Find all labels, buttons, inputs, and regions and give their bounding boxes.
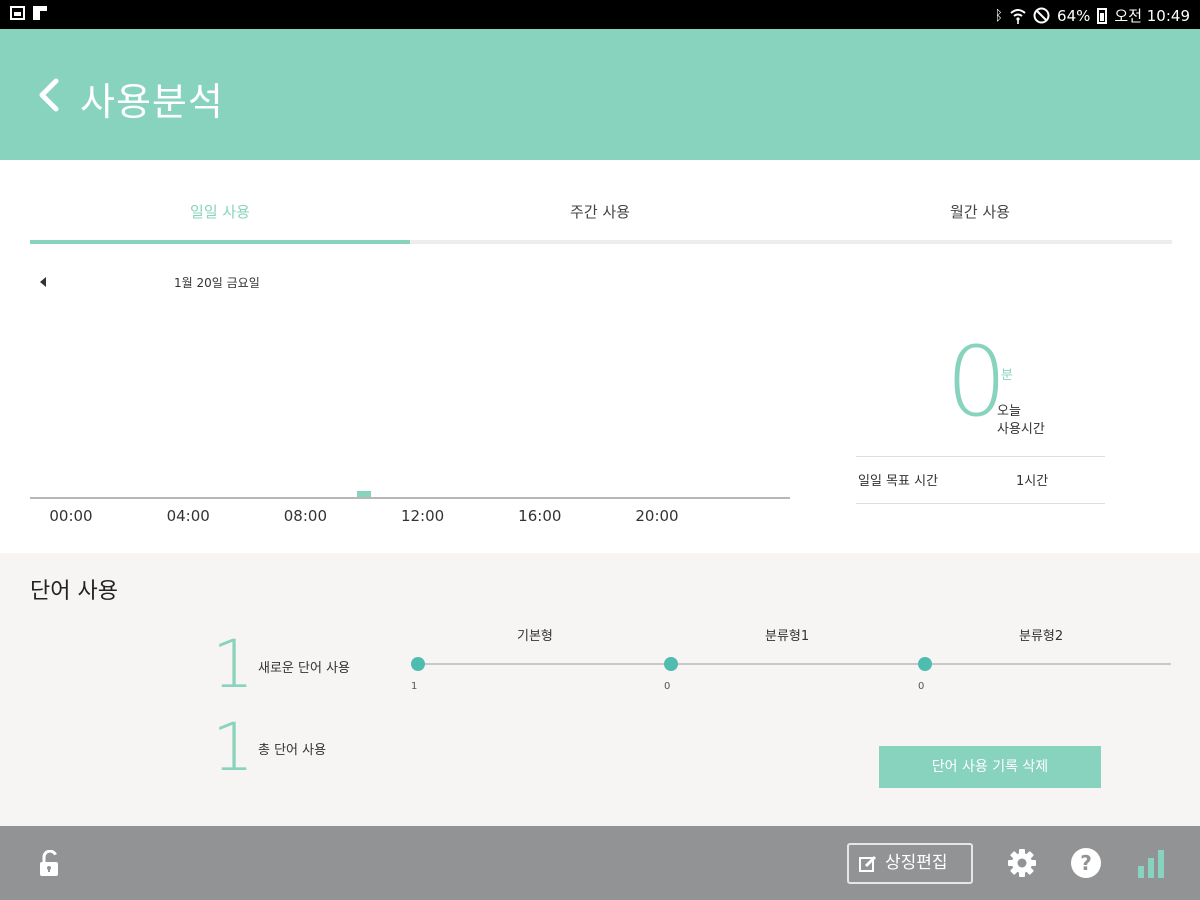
flipboard-notification-icon <box>33 6 47 20</box>
status-bar: ᛒ 64% 오전 10:49 <box>0 0 1200 29</box>
edit-icon <box>859 855 877 872</box>
category-timeline <box>417 663 1171 665</box>
status-bar-left <box>10 6 47 20</box>
category-dot-basic <box>411 657 425 671</box>
delete-word-history-button[interactable]: 단어 사용 기록 삭제 <box>879 746 1101 788</box>
category-label-class1: 분류형1 <box>765 629 810 644</box>
word-usage-section: 단어 사용 1 새로운 단어 사용 1 총 단어 사용 기본형 1 분류형1 0… <box>0 553 1200 826</box>
chevron-left-icon <box>39 78 59 112</box>
gallery-notification-icon <box>10 6 25 20</box>
status-bar-right: ᛒ 64% 오전 10:49 <box>995 5 1190 26</box>
word-usage-title: 단어 사용 <box>30 579 118 604</box>
battery-icon <box>1097 7 1108 24</box>
wifi-icon <box>1010 8 1026 24</box>
category-dot-class1 <box>664 657 678 671</box>
daily-usage-chart: 00:00 04:00 08:00 12:00 16:00 20:00 <box>30 300 792 540</box>
new-word-count: 1 <box>212 626 254 703</box>
date-label: 1월 20일 금요일 <box>174 276 260 290</box>
today-usage-unit: 분 <box>1001 368 1013 383</box>
unlock-icon[interactable] <box>38 849 62 878</box>
app-header: 사용분석 <box>0 29 1200 160</box>
usage-stats-icon[interactable] <box>1137 848 1165 878</box>
category-value-basic: 1 <box>411 681 418 692</box>
category-value-class1: 0 <box>664 681 671 692</box>
x-tick-label: 20:00 <box>635 507 679 525</box>
total-word-label: 총 단어 사용 <box>258 743 327 758</box>
today-usage-label-line1: 오늘 <box>997 404 1021 419</box>
category-value-class2: 0 <box>918 681 925 692</box>
total-word-count: 1 <box>212 709 254 786</box>
today-usage-label: 오늘 사용시간 <box>997 403 1045 439</box>
usage-period-tabs: 일일 사용 주간 사용 월간 사용 <box>30 190 1172 244</box>
usage-bar <box>357 491 371 497</box>
page-title: 사용분석 <box>80 80 224 124</box>
do-not-disturb-icon <box>1033 7 1050 24</box>
category-label-basic: 기본형 <box>517 629 553 644</box>
tab-daily[interactable]: 일일 사용 <box>30 190 410 240</box>
x-tick-label: 00:00 <box>49 507 93 525</box>
tab-active-indicator <box>30 240 410 244</box>
bottom-toolbar: 상징편집 ? <box>0 826 1200 900</box>
daily-goal-label: 일일 목표 시간 <box>858 474 939 489</box>
summary-divider-bottom <box>856 503 1105 504</box>
back-button[interactable] <box>30 73 70 117</box>
gear-icon[interactable] <box>1007 848 1037 878</box>
tab-weekly[interactable]: 주간 사용 <box>410 190 790 240</box>
symbol-edit-label: 상징편집 <box>885 853 948 873</box>
x-tick-label: 12:00 <box>400 507 445 525</box>
help-icon[interactable]: ? <box>1071 848 1101 878</box>
battery-percent: 64% <box>1057 6 1091 25</box>
bluetooth-icon: ᛒ <box>994 7 1004 24</box>
tab-monthly[interactable]: 월간 사용 <box>790 190 1170 240</box>
previous-date-button[interactable] <box>36 274 52 290</box>
symbol-edit-button[interactable]: 상징편집 <box>847 843 973 884</box>
daily-goal-value: 1시간 <box>1016 474 1049 489</box>
summary-divider-top <box>856 456 1105 457</box>
x-tick-label: 16:00 <box>518 507 562 525</box>
category-dot-class2 <box>918 657 932 671</box>
category-label-class2: 분류형2 <box>1019 629 1064 644</box>
today-usage-label-line2: 사용시간 <box>997 422 1045 437</box>
x-tick-label: 08:00 <box>283 507 327 525</box>
clock: 오전 10:49 <box>1114 7 1190 25</box>
new-word-label: 새로운 단어 사용 <box>258 661 350 676</box>
chart-x-axis <box>30 497 790 499</box>
x-tick-label: 04:00 <box>166 507 210 525</box>
